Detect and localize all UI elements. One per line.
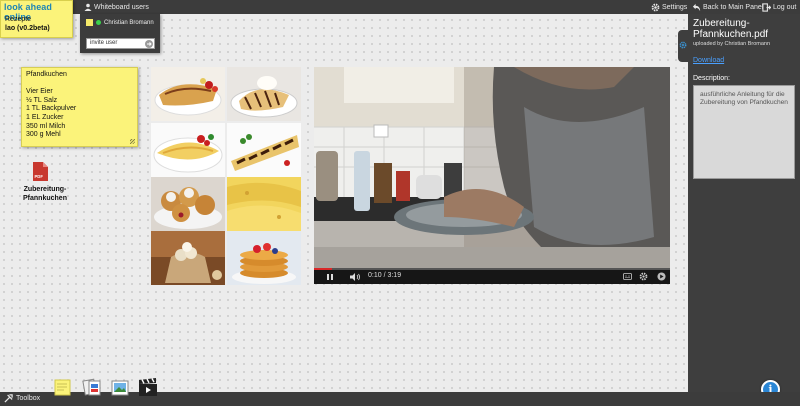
video-time: 0:10 / 3:19 — [368, 272, 402, 279]
user-name: Christian Bromann — [104, 19, 154, 26]
video-progress-track[interactable] — [314, 268, 670, 270]
gear-icon — [651, 3, 660, 11]
invite-placeholder: invite user — [90, 40, 118, 46]
image-collage[interactable] — [151, 67, 301, 285]
volume-icon[interactable] — [350, 273, 361, 281]
crepe-photo — [151, 67, 225, 121]
back-to-main-panel-button[interactable]: Back to Main Panel — [692, 0, 763, 14]
note-line — [26, 80, 133, 89]
arrow-right-icon — [147, 42, 152, 46]
file-title-line: Zubereitung- — [693, 18, 750, 29]
description-textarea[interactable]: ausführliche Anleitung für die Zubereitu… — [693, 85, 795, 179]
settings-label: Settings — [662, 3, 688, 11]
note-line: Vier Eier — [26, 88, 53, 96]
logout-label: Log out — [773, 3, 797, 11]
user-entry: Christian Bromann — [86, 19, 154, 26]
file-label-line: Pfannkuchen — [23, 194, 67, 202]
note-line: 1 TL Backpulver — [26, 105, 77, 113]
toolbox-label: Toolbox — [16, 395, 41, 402]
whiteboard-users-label: Whiteboard users — [94, 3, 149, 11]
top-bar: Whiteboard users Settings Back to Main P… — [0, 0, 800, 14]
toolbox-button[interactable]: Toolbox — [4, 394, 40, 403]
files-tool-icon[interactable] — [82, 377, 102, 397]
app-version: lao (v0.2beta) — [5, 25, 50, 32]
folded-crepe-photo — [151, 123, 225, 177]
video-tool-icon[interactable] — [138, 378, 158, 397]
doughnuts-photo — [151, 177, 225, 231]
pdf-badge-text: PDF — [35, 174, 44, 179]
toolbox-icon — [4, 394, 13, 403]
uploaded-by: uploaded by Christian Bromann — [693, 41, 771, 47]
sticky-note-tool-icon[interactable] — [54, 379, 71, 396]
note-line: 1 EL Zucker — [26, 113, 64, 121]
note-line: 350 ml Milch — [26, 122, 66, 130]
whiteboard-users-dropdown: Christian Bromann invite user — [80, 14, 160, 53]
board-name: Rezepte — [5, 16, 32, 23]
pause-icon[interactable] — [326, 273, 334, 281]
video-frame — [314, 67, 670, 268]
user-color-swatch — [86, 19, 93, 26]
video-progress-fill — [314, 268, 332, 270]
crepe-chocolate-photo — [227, 67, 301, 121]
pancake-closeup-photo — [227, 177, 301, 231]
online-status-dot — [96, 20, 101, 25]
gear-icon — [679, 41, 687, 49]
download-link[interactable]: Download — [693, 57, 724, 64]
note-line: ½ TL Salz — [26, 96, 58, 104]
app-logo: look ahead online Rezepte lao (v0.2beta) — [0, 0, 73, 38]
description-label: Description: — [693, 75, 730, 82]
logout-icon — [762, 2, 771, 12]
file-title-line: Pfannkuchen.pdf — [693, 29, 769, 40]
sticky-note-recipe[interactable]: Pfandkuchen Vier Eier ½ TL Salz 1 TL Bac… — [21, 67, 138, 147]
pdf-file-icon: PDF — [33, 162, 48, 181]
note-line: Pfandkuchen — [26, 71, 67, 78]
kaiserschmarrn-photo — [151, 231, 225, 285]
rolled-crepe-photo — [227, 123, 301, 177]
video-player[interactable]: 0:10 / 3:19 — [314, 67, 670, 284]
youtube-logo-icon[interactable] — [657, 272, 666, 281]
resize-handle[interactable] — [130, 139, 135, 144]
whiteboard-users-button[interactable]: Whiteboard users — [84, 0, 149, 14]
invite-submit-button[interactable] — [145, 40, 153, 48]
video-controls: 0:10 / 3:19 — [314, 268, 670, 284]
logout-button[interactable]: Log out — [762, 0, 796, 14]
note-line: 300 g Mehl — [26, 131, 61, 139]
image-tool-icon[interactable] — [111, 380, 129, 396]
invite-user-input[interactable]: invite user — [86, 38, 155, 49]
back-label: Back to Main Panel — [703, 3, 764, 11]
back-arrow-icon — [692, 3, 701, 11]
file-details-panel: Zubereitung- Pfannkuchen.pdf uploaded by… — [688, 14, 800, 392]
panel-toggle-tab[interactable] — [678, 30, 688, 62]
captions-icon[interactable] — [623, 273, 632, 280]
settings-icon[interactable] — [639, 272, 648, 281]
file-title: Zubereitung- Pfannkuchen.pdf — [693, 18, 797, 40]
file-label-line: Zubereitung- — [23, 186, 67, 193]
settings-button[interactable]: Settings — [651, 0, 687, 14]
file-label: Zubereitung- Pfannkuchen — [20, 186, 70, 203]
pancake-stack-photo — [227, 231, 301, 285]
user-icon — [84, 3, 92, 11]
